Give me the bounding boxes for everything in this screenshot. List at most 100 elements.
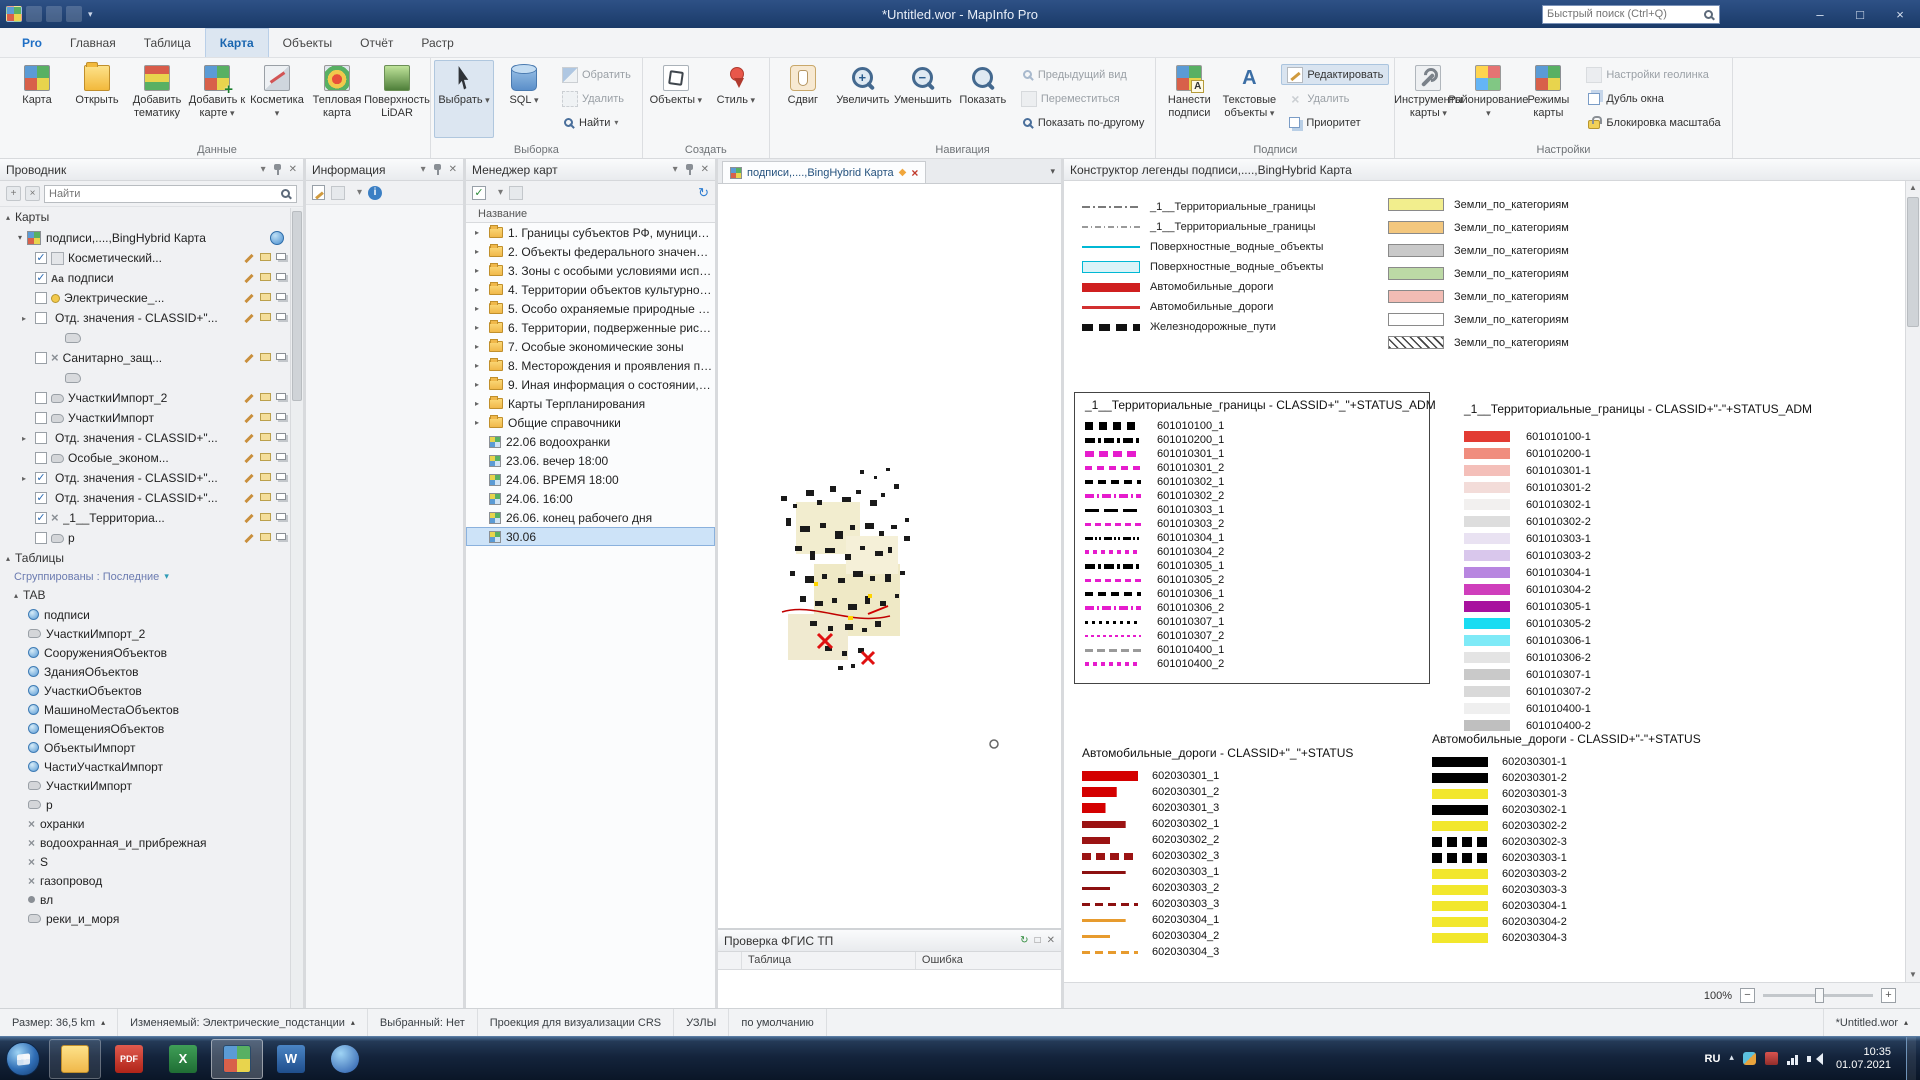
expander-icon[interactable]: ▸ (475, 380, 484, 389)
chevron-down-icon[interactable]: ▾ (357, 187, 362, 198)
tray-shield-icon[interactable] (1743, 1052, 1756, 1065)
layer-labels-icon[interactable] (260, 293, 271, 301)
layer-visibility-checkbox[interactable] (35, 312, 47, 324)
layer-row[interactable]: ▸ УчасткиИмпорт_2 (0, 388, 290, 408)
legend-row[interactable]: 601010307-1 (1464, 666, 1774, 683)
close-tab-icon[interactable]: × (911, 166, 918, 180)
chevron-down-icon[interactable]: ▾ (261, 164, 266, 175)
zoom-slider[interactable] (1763, 994, 1873, 997)
legend-row[interactable]: 601010303_1 (1085, 503, 1419, 517)
table-row[interactable]: ЗданияОбъектов (0, 662, 290, 681)
legend-row[interactable]: 601010400_1 (1085, 643, 1419, 657)
legend-row[interactable]: 601010307_1 (1085, 615, 1419, 629)
layer-visibility-checkbox[interactable] (35, 432, 47, 444)
table-row[interactable]: водоохранная_и_прибрежная (0, 833, 290, 852)
edit-layer-icon[interactable] (244, 393, 255, 404)
chevron-down-icon[interactable]: ▾ (673, 164, 678, 175)
ribbon-small-button[interactable]: Редактировать (1281, 64, 1389, 85)
legend-row[interactable]: 601010305-2 (1464, 615, 1774, 632)
ribbon-tab[interactable]: Главная (56, 29, 130, 57)
layer-labels-icon[interactable] (260, 313, 271, 321)
map-manager-row[interactable]: ▸ 24.06. ВРЕМЯ 18:00 (466, 470, 715, 489)
qat-button-1[interactable] (26, 6, 42, 22)
ribbon-button[interactable]: Увеличить (833, 60, 893, 138)
edit-layer-icon[interactable] (244, 493, 255, 504)
edit-record-icon[interactable] (312, 185, 325, 200)
layer-row[interactable]: ▸ Косметический... (0, 248, 290, 268)
maps-section-header[interactable]: ▴ Карты (0, 207, 290, 227)
map-manager-row[interactable]: ▸ 7. Особые экономические зоны (466, 337, 715, 356)
legend-row[interactable]: Поверхностные_водные_объекты (1082, 237, 1323, 257)
legend-row[interactable]: 602030301_3 (1082, 800, 1412, 816)
window-list-caret-icon[interactable]: ▾ (1050, 166, 1055, 177)
tray-flag-icon[interactable] (1765, 1052, 1778, 1065)
layer-theme-icon[interactable] (276, 493, 286, 500)
legend-row[interactable]: 601010302-1 (1464, 496, 1774, 513)
pin-icon[interactable] (433, 164, 443, 175)
table-row[interactable]: СооруженияОбъектов (0, 643, 290, 662)
legend-row[interactable]: Поверхностные_водные_объекты (1082, 257, 1323, 277)
ribbon-small-button[interactable]: Переместиться (1015, 88, 1151, 109)
layer-theme-icon[interactable] (276, 293, 286, 300)
layer-visibility-checkbox[interactable] (35, 452, 47, 464)
ribbon-button[interactable]: Добавить к карте (187, 60, 247, 138)
legend-row[interactable]: 601010306-2 (1464, 649, 1774, 666)
status-default-mode[interactable]: по умолчанию (729, 1009, 826, 1036)
record-picker-icon[interactable] (331, 186, 345, 200)
clock[interactable]: 10:35 01.07.2021 (1830, 1046, 1897, 1072)
taskbar-app-button[interactable] (319, 1039, 371, 1079)
ribbon-small-button[interactable]: Обратить (556, 64, 637, 85)
legend-row[interactable]: 601010400-1 (1464, 700, 1774, 717)
expander-icon[interactable]: ▸ (475, 323, 484, 332)
tray-up-icon[interactable]: ▴ (1729, 1052, 1734, 1065)
legend-row[interactable]: _1__Территориальные_границы (1082, 197, 1323, 217)
legend-row[interactable]: 601010301-1 (1464, 462, 1774, 479)
tables-grouping[interactable]: Сгруппированы : Последние ▾ (0, 568, 290, 585)
map-content[interactable] (718, 184, 1061, 928)
map-manager-row[interactable]: ▸ Карты Терпланирования (466, 394, 715, 413)
map-manager-row[interactable]: ▸ 22.06 водоохранки (466, 432, 715, 451)
layer-visibility-checkbox[interactable] (35, 292, 47, 304)
expander-icon[interactable]: ▸ (22, 474, 31, 483)
layer-row[interactable]: ▸ Санитарно_защ... (0, 348, 290, 368)
legend-row[interactable]: 601010307_2 (1085, 629, 1419, 643)
layers-globe-icon[interactable] (270, 231, 284, 245)
zoom-in-button[interactable]: + (1881, 988, 1896, 1003)
ribbon-button[interactable]: Объекты (646, 60, 706, 138)
legend-row[interactable]: 601010301_2 (1085, 461, 1419, 475)
edit-layer-icon[interactable] (244, 473, 255, 484)
legend-row[interactable]: Земли_по_категориям (1388, 285, 1569, 308)
legend-row[interactable]: 602030304_3 (1082, 944, 1412, 960)
layer-theme-icon[interactable] (276, 353, 286, 360)
refresh-icon[interactable]: ↻ (1020, 935, 1028, 946)
expander-icon[interactable]: ▸ (475, 399, 484, 408)
legend-row[interactable]: 602030301-1 (1432, 754, 1762, 770)
edit-layer-icon[interactable] (244, 413, 255, 424)
legend-row[interactable]: 602030304-1 (1432, 898, 1762, 914)
layer-theme-icon[interactable] (276, 433, 286, 440)
legend-roads-dash-frame[interactable]: Автомобильные_дороги - CLASSID+"-"+STATU… (1432, 732, 1762, 946)
taskbar-app-button[interactable] (49, 1039, 101, 1079)
close-icon[interactable]: ✕ (1047, 935, 1055, 946)
layer-labels-icon[interactable] (260, 353, 271, 361)
legend-row[interactable]: 601010302_2 (1085, 489, 1419, 503)
ribbon-small-button[interactable]: Найти (556, 112, 637, 133)
ribbon-button[interactable]: Стиль (706, 60, 766, 138)
legend-canvas[interactable]: _1__Территориальные_границы _1__Территор… (1064, 181, 1905, 982)
zoom-slider-thumb[interactable] (1815, 988, 1824, 1003)
taskbar-app-button[interactable] (103, 1039, 155, 1079)
close-icon[interactable]: ✕ (449, 164, 457, 175)
legend-row[interactable]: Железнодорожные_пути (1082, 317, 1323, 337)
ribbon-small-button[interactable]: Показать по-другому (1015, 112, 1151, 133)
table-row[interactable]: газопровод (0, 871, 290, 890)
legend-row[interactable]: 602030303_3 (1082, 896, 1412, 912)
tables-section-header[interactable]: ▴ Таблицы (0, 548, 290, 568)
show-desktop-button[interactable] (1906, 1037, 1916, 1080)
ribbon-tab[interactable]: Pro (8, 29, 56, 57)
quick-search[interactable] (1542, 5, 1720, 24)
ribbon-button[interactable]: Карта (7, 60, 67, 138)
layer-labels-icon[interactable] (260, 393, 271, 401)
add-icon[interactable]: + (6, 186, 21, 201)
status-size[interactable]: Размер: 36,5 km (0, 1009, 118, 1036)
legend-row[interactable]: 601010302-2 (1464, 513, 1774, 530)
